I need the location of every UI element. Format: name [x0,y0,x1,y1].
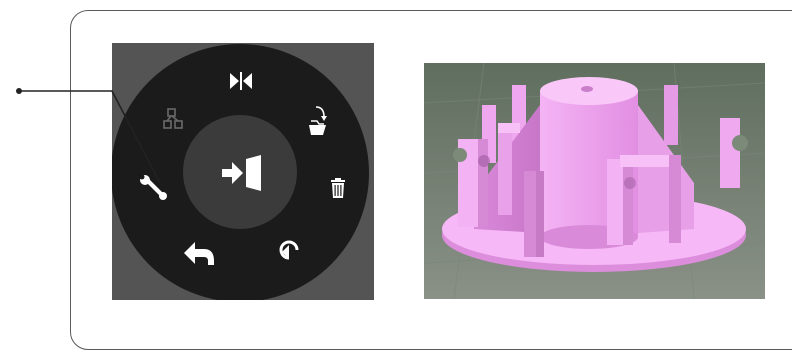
model-preview [424,63,765,299]
model-preview-render [424,63,765,299]
radial-menu-panel [112,43,374,300]
callout-dot [16,88,22,94]
radial-menu [112,44,369,300]
trash-icon[interactable] [331,178,345,198]
